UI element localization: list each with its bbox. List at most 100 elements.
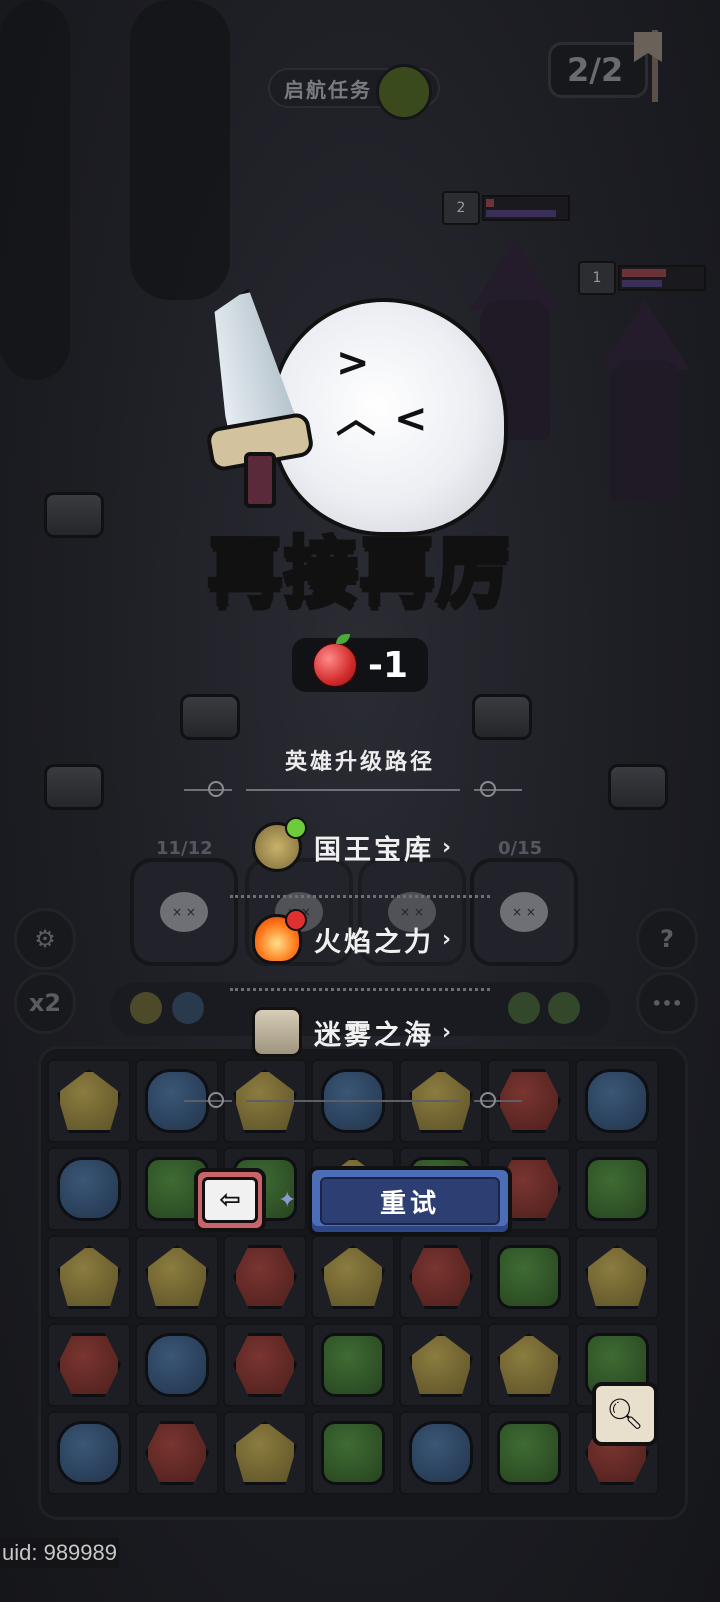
- yellow-gem-icon: [145, 1245, 209, 1309]
- green-gem-icon: [497, 1421, 561, 1485]
- hero-slot[interactable]: × ×: [470, 858, 578, 966]
- board-cell[interactable]: [47, 1059, 131, 1143]
- wave-counter: 2/2: [548, 42, 648, 98]
- board-cell[interactable]: [223, 1323, 307, 1407]
- board-cell[interactable]: [47, 1411, 131, 1495]
- upgrade-path-item[interactable]: 国王宝库 ›: [252, 817, 454, 874]
- board-cell[interactable]: [487, 1323, 571, 1407]
- hero-slot[interactable]: × ×: [130, 858, 238, 966]
- board-cell[interactable]: [47, 1323, 131, 1407]
- divider-line: [246, 1100, 460, 1102]
- board-cell[interactable]: [135, 1235, 219, 1319]
- green-gem-icon: [585, 1157, 649, 1221]
- upgrade-path-label: 国王宝库: [314, 834, 434, 866]
- path-connector: [230, 895, 490, 898]
- settings-button[interactable]: ⚙: [14, 908, 76, 970]
- enemy-level-icon: 1: [578, 261, 616, 295]
- wave-counter-text: 2/2: [567, 51, 624, 89]
- upgrade-path-label: 火焰之力: [314, 926, 434, 958]
- status-dot-icon: [285, 817, 307, 839]
- speed-toggle-button[interactable]: x2: [14, 972, 76, 1034]
- red-gem-icon: [233, 1245, 297, 1309]
- divider-line: [246, 789, 460, 791]
- board-cell[interactable]: [575, 1059, 659, 1143]
- enemy-witch: [590, 300, 700, 520]
- blue-gem-icon: [585, 1069, 649, 1133]
- background-tree: [130, 0, 230, 300]
- board-cell[interactable]: [487, 1235, 571, 1319]
- board-cell[interactable]: [135, 1411, 219, 1495]
- green-gem-icon: [497, 1245, 561, 1309]
- path-connector: [230, 988, 490, 991]
- more-button[interactable]: •••: [636, 972, 698, 1034]
- blue-gem-icon: [57, 1157, 121, 1221]
- background-rock: [180, 694, 240, 740]
- board-cell[interactable]: [311, 1323, 395, 1407]
- enemy-health-track: [482, 195, 570, 221]
- magnify-icon: 🔍︎: [605, 1396, 645, 1432]
- board-cell[interactable]: [399, 1411, 483, 1495]
- uid-label: uid: 989989: [0, 1538, 119, 1568]
- upgrade-path-label: 迷雾之海: [314, 1019, 434, 1051]
- yellow-gem-icon: [497, 1333, 561, 1397]
- gear-icon: ⚙: [34, 925, 56, 953]
- red-gem-icon: [145, 1421, 209, 1485]
- upgrade-path-item[interactable]: 火焰之力 ›: [252, 909, 455, 966]
- board-cell[interactable]: [47, 1235, 131, 1319]
- result-title: 再接再厉: [206, 527, 512, 617]
- ghost-face: >︿<: [336, 340, 446, 442]
- red-gem-icon: [233, 1333, 297, 1397]
- divider-node-icon: [480, 1092, 496, 1108]
- divider-node-icon: [208, 1092, 224, 1108]
- board-cell[interactable]: [487, 1411, 571, 1495]
- board-cell[interactable]: [223, 1235, 307, 1319]
- wind-element-icon: [508, 992, 540, 1024]
- chevron-right-icon: ›: [442, 1019, 455, 1045]
- yellow-gem-icon: [321, 1245, 385, 1309]
- help-button[interactable]: ?: [636, 908, 698, 970]
- hero-slot-count: 11/12: [156, 838, 213, 859]
- enemy-shield-fill: [622, 280, 662, 287]
- background-tree: [0, 0, 70, 380]
- board-cell[interactable]: [135, 1323, 219, 1407]
- upgrade-path-item[interactable]: 迷雾之海 ›: [252, 1005, 454, 1059]
- board-cell[interactable]: [47, 1147, 131, 1231]
- enemy-health-bar: 1: [578, 261, 706, 295]
- board-cell[interactable]: [399, 1235, 483, 1319]
- hero-ko-face-icon: × ×: [160, 892, 208, 932]
- anchor-icon: [252, 1007, 302, 1057]
- hero-ko-face-icon: × ×: [500, 892, 548, 932]
- blue-gem-icon: [145, 1333, 209, 1397]
- divider-node-icon: [480, 781, 496, 797]
- board-cell[interactable]: [311, 1411, 395, 1495]
- retry-button[interactable]: 重试: [308, 1166, 512, 1236]
- magnify-button[interactable]: 🔍︎: [592, 1382, 658, 1446]
- red-gem-icon: [409, 1245, 473, 1309]
- yellow-gem-icon: [57, 1245, 121, 1309]
- energy-cost-value: -1: [368, 644, 408, 686]
- blue-gem-icon: [57, 1421, 121, 1485]
- enemy-health-fill: [486, 199, 494, 207]
- apple-icon: [312, 634, 358, 688]
- blue-gem-icon: [409, 1421, 473, 1485]
- voyage-task-button[interactable]: 启航任务: [268, 64, 440, 120]
- divider-node-icon: [208, 781, 224, 797]
- back-button[interactable]: ⇦: [194, 1168, 266, 1232]
- board-cell[interactable]: [223, 1411, 307, 1495]
- yellow-gem-icon: [409, 1333, 473, 1397]
- vault-icon: [252, 817, 307, 872]
- status-dot-icon: [285, 909, 307, 931]
- board-cell[interactable]: [575, 1147, 659, 1231]
- board-cell[interactable]: [311, 1235, 395, 1319]
- chevron-right-icon: ›: [442, 926, 455, 952]
- green-gem-icon: [321, 1421, 385, 1485]
- voyage-task-label: 启航任务: [284, 77, 372, 102]
- board-cell[interactable]: [399, 1323, 483, 1407]
- background-rock: [472, 694, 532, 740]
- board-cell[interactable]: [575, 1235, 659, 1319]
- enemy-shield-fill: [486, 210, 556, 217]
- earth-element-icon: [130, 992, 162, 1024]
- enemy-level-icon: 2: [442, 191, 480, 225]
- task-mascot-icon: [376, 64, 432, 120]
- enemy-health-track: [618, 265, 706, 291]
